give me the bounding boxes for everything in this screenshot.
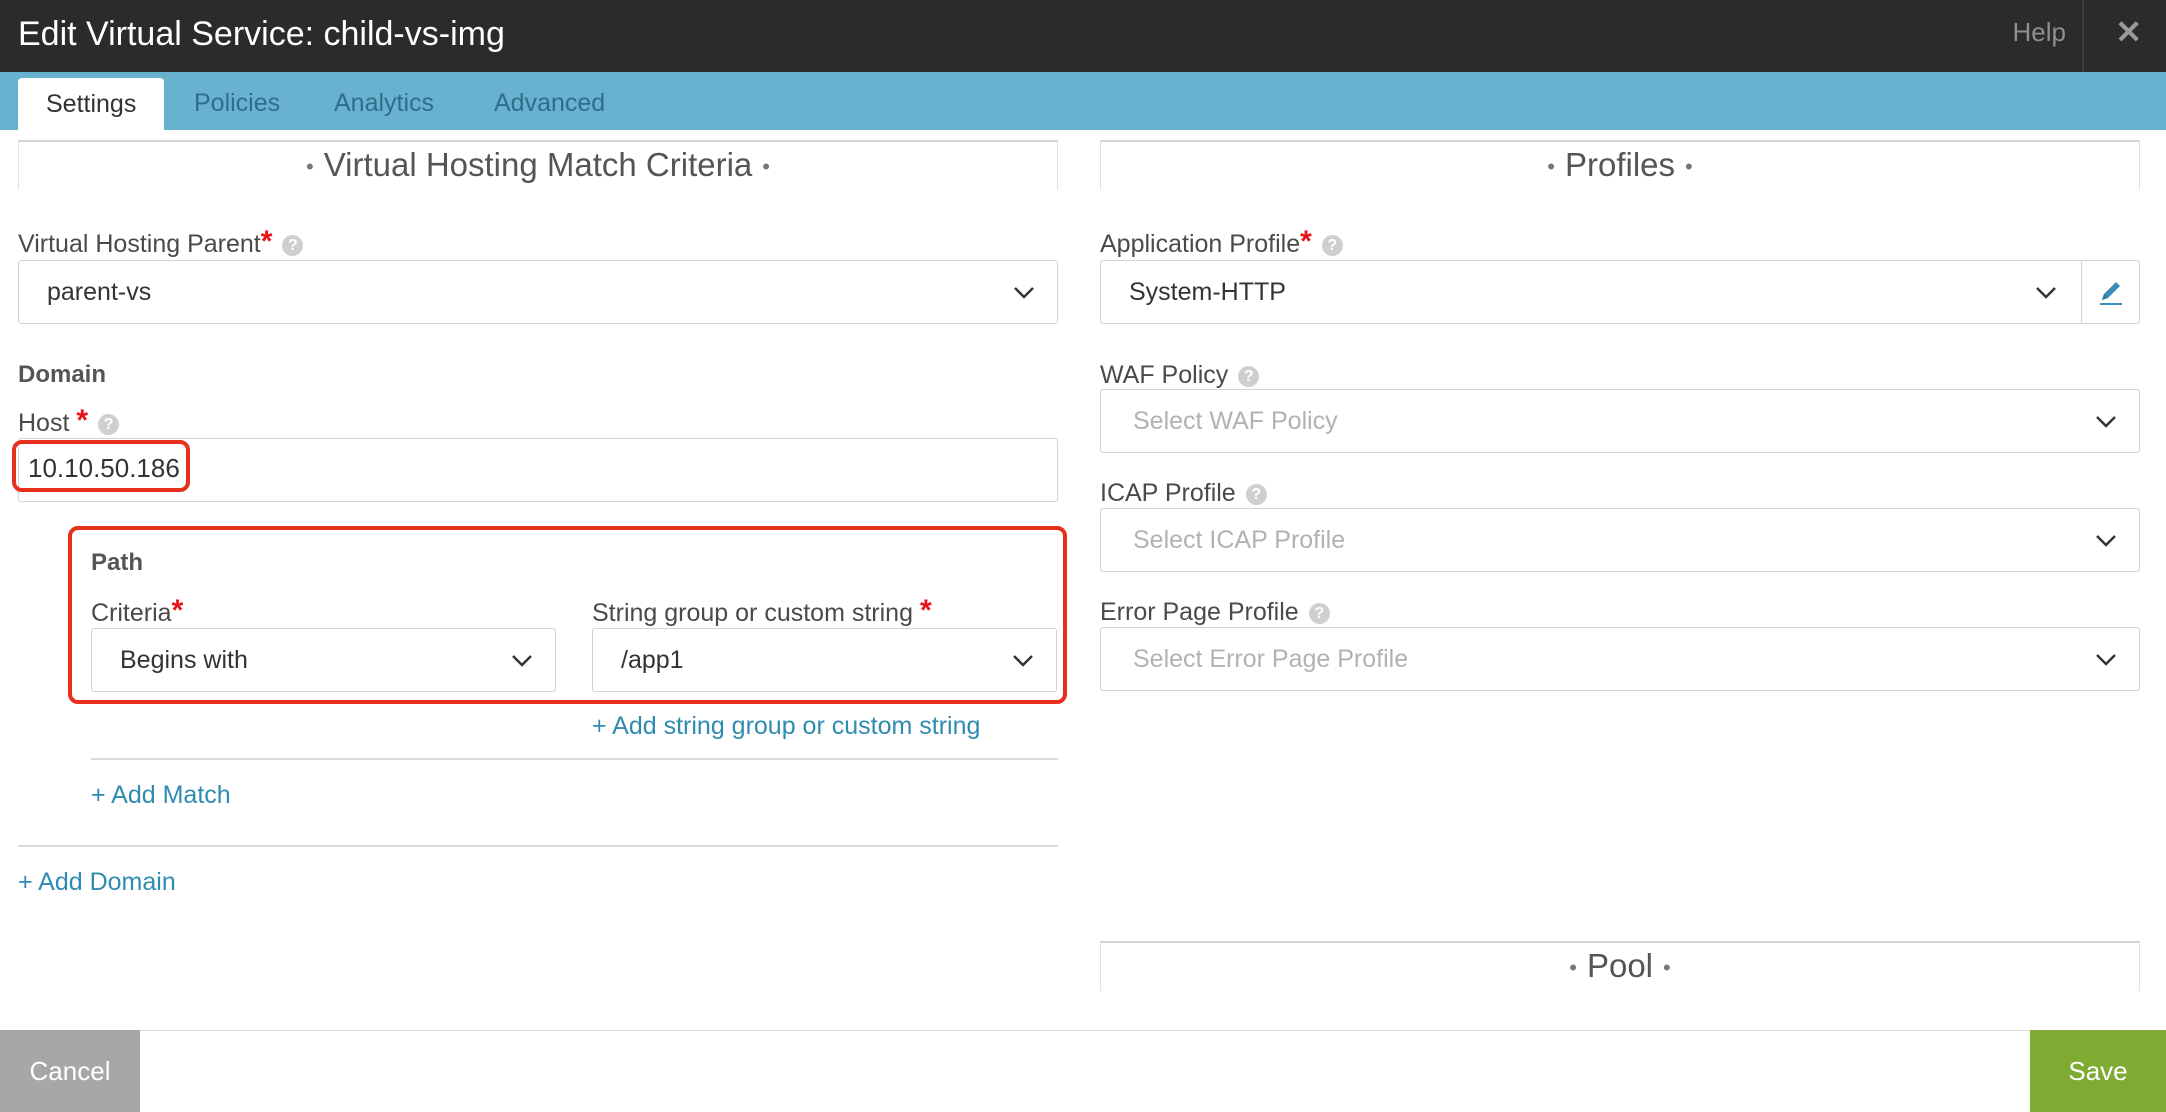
error-page-select[interactable]: Select Error Page Profile [1100, 627, 2140, 691]
question-icon[interactable]: ? [1321, 234, 1343, 256]
question-icon[interactable]: ? [282, 234, 304, 256]
app-profile-label-text: Application Profile [1100, 230, 1301, 258]
required-asterisk: * [260, 225, 273, 258]
cancel-button[interactable]: Cancel [0, 1030, 140, 1112]
add-string-link[interactable]: + Add string group or custom string [592, 711, 980, 741]
string-label: String group or custom string * [592, 596, 932, 628]
host-value: 10.10.50.186 [28, 453, 180, 483]
virtual-hosting-section-title: Virtual Hosting Match Criteria [323, 146, 753, 183]
string-value: /app1 [621, 646, 684, 674]
chevron-down-icon [1013, 281, 1035, 303]
chevron-down-icon [1012, 649, 1034, 671]
window-title: Edit Virtual Service: child-vs-img [18, 15, 505, 53]
add-domain-link[interactable]: + Add Domain [18, 867, 176, 897]
title-bar: Edit Virtual Service: child-vs-img Help … [0, 0, 2166, 72]
required-asterisk: * [76, 404, 89, 437]
vh-parent-label-text: Virtual Hosting Parent [18, 230, 261, 258]
icap-select[interactable]: Select ICAP Profile [1100, 508, 2140, 572]
waf-label: WAF Policy? [1100, 360, 1260, 390]
criteria-select[interactable]: Begins with [91, 628, 556, 692]
string-label-text: String group or custom string [592, 599, 913, 627]
app-profile-label: Application Profile*? [1100, 227, 1343, 259]
chevron-down-icon [511, 649, 533, 671]
path-divider [91, 758, 1058, 760]
add-match-link[interactable]: + Add Match [91, 780, 231, 810]
save-button[interactable]: Save [2030, 1030, 2166, 1112]
pencil-icon [2100, 282, 2122, 305]
edit-profile-button[interactable] [2081, 261, 2139, 323]
virtual-hosting-section-header: • Virtual Hosting Match Criteria • [18, 140, 1058, 190]
required-asterisk: * [1300, 225, 1312, 258]
chevron-down-icon [2095, 529, 2117, 551]
tab-analytics[interactable]: Analytics [334, 76, 434, 130]
required-asterisk: * [919, 594, 932, 627]
domain-heading: Domain [18, 361, 107, 388]
question-icon[interactable]: ? [98, 413, 120, 435]
icap-label-text: ICAP Profile [1100, 479, 1236, 507]
icap-placeholder: Select ICAP Profile [1133, 526, 1346, 554]
domain-divider [18, 845, 1058, 847]
close-icon[interactable]: ✕ [2115, 14, 2142, 50]
profiles-section-header: • Profiles • [1100, 140, 2140, 190]
criteria-label-text: Criteria [91, 599, 172, 627]
criteria-value: Begins with [120, 646, 248, 674]
error-page-label: Error Page Profile? [1100, 597, 1330, 627]
chevron-down-icon [2035, 281, 2057, 303]
question-icon[interactable]: ? [1245, 483, 1267, 505]
string-select[interactable]: /app1 [592, 628, 1057, 692]
host-label: Host *? [18, 406, 120, 438]
app-profile-value: System-HTTP [1129, 278, 1286, 306]
waf-label-text: WAF Policy [1100, 361, 1229, 389]
host-label-text: Host [18, 409, 70, 437]
title-divider [2082, 0, 2084, 72]
chevron-down-icon [2095, 410, 2117, 432]
pool-section-title: Pool [1586, 947, 1654, 984]
vh-parent-select[interactable]: parent-vs [18, 260, 1058, 324]
path-heading: Path [91, 549, 144, 576]
app-profile-select[interactable]: System-HTTP [1100, 260, 2140, 324]
tab-advanced[interactable]: Advanced [494, 76, 605, 130]
criteria-label: Criteria* [91, 596, 183, 628]
tab-settings[interactable]: Settings [18, 78, 165, 130]
vh-parent-value: parent-vs [47, 278, 152, 306]
waf-select[interactable]: Select WAF Policy [1100, 389, 2140, 453]
tab-policies[interactable]: Policies [194, 76, 280, 130]
icap-label: ICAP Profile? [1100, 478, 1267, 508]
error-page-label-text: Error Page Profile [1100, 598, 1299, 626]
question-icon[interactable]: ? [1238, 365, 1260, 387]
required-asterisk: * [171, 594, 184, 627]
pool-section-header: • Pool • [1100, 941, 2140, 991]
error-page-placeholder: Select Error Page Profile [1133, 645, 1409, 673]
profiles-section-title: Profiles [1564, 146, 1676, 183]
chevron-down-icon [2095, 648, 2117, 670]
footer-bar [0, 1030, 2166, 1112]
tab-bar: Settings Policies Analytics Advanced [0, 72, 2166, 130]
waf-placeholder: Select WAF Policy [1133, 407, 1338, 435]
help-link[interactable]: Help [2013, 16, 2066, 48]
question-icon[interactable]: ? [1308, 602, 1330, 624]
vh-parent-label: Virtual Hosting Parent*? [18, 227, 304, 259]
